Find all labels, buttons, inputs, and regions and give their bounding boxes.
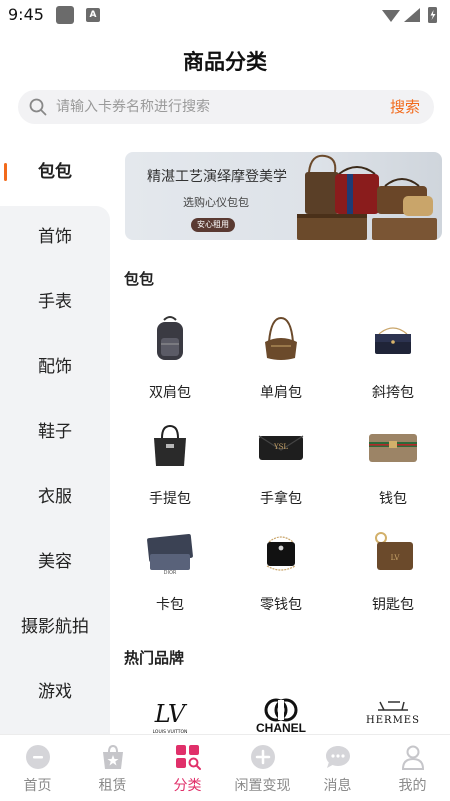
sidebar-item-label: 配饰 <box>38 357 72 377</box>
banner-headline: 精湛工艺演绎摩登美学 <box>147 169 287 185</box>
home-icon <box>26 745 50 769</box>
category-label: 单肩包 <box>260 385 302 401</box>
status-bar: 9:45 A <box>0 0 450 32</box>
crossbody-bag-icon <box>375 327 411 354</box>
section-title-bags: 包包 <box>124 270 155 288</box>
shoulder-bag-icon <box>265 316 297 360</box>
luggage-illustration <box>297 154 437 240</box>
sidebar-item-label: 首饰 <box>38 227 72 247</box>
rent-bag-icon <box>103 744 123 769</box>
tab-label: 我的 <box>398 778 427 794</box>
sidebar-item-label: 衣服 <box>38 487 72 507</box>
tab-sell-idle[interactable]: 闲置变现 <box>225 735 300 801</box>
sidebar-item-label: 美容 <box>38 552 72 572</box>
message-icon <box>326 746 350 768</box>
clutch-icon: YSL <box>258 435 304 460</box>
promo-banner[interactable]: 精湛工艺演绎摩登美学 选购心仪包包 安心租用 <box>125 152 442 240</box>
plus-circle-icon <box>251 745 275 769</box>
app-notification-icon <box>56 6 74 24</box>
tab-category[interactable]: 分类 <box>150 735 225 801</box>
profile-icon <box>401 745 425 770</box>
search-input[interactable] <box>56 90 376 124</box>
tab-label: 闲置变现 <box>234 778 291 794</box>
sidebar-item-beauty[interactable]: 美容 <box>0 530 110 594</box>
category-clutch[interactable]: YSL 手拿包 <box>226 420 336 520</box>
svg-text:LV: LV <box>154 700 188 728</box>
svg-text:HERMES: HERMES <box>366 715 420 726</box>
chanel-logo: CHANEL <box>256 698 306 735</box>
category-label: 零钱包 <box>260 597 302 613</box>
sidebar-item-shoes[interactable]: 鞋子 <box>0 400 110 464</box>
category-backpack[interactable]: 双肩包 <box>115 314 225 414</box>
tab-messages[interactable]: 消息 <box>300 735 375 801</box>
tab-profile[interactable]: 我的 <box>375 735 450 801</box>
sidebar-item-clothing[interactable]: 衣服 <box>0 465 110 529</box>
category-wallet[interactable]: 钱包 <box>338 420 448 520</box>
category-card-holder[interactable]: DIOR 卡包 <box>115 526 225 626</box>
tab-label: 首页 <box>23 778 52 794</box>
category-label: 卡包 <box>156 597 184 613</box>
sidebar-item-label: 包包 <box>38 162 72 182</box>
sidebar-item-label: 手表 <box>38 292 72 312</box>
tab-label: 租赁 <box>98 778 127 794</box>
category-label: 手提包 <box>149 491 191 507</box>
wifi-icon <box>382 10 400 22</box>
category-coin-purse[interactable]: 零钱包 <box>226 526 336 626</box>
category-label: 钱包 <box>379 491 407 507</box>
tab-label: 分类 <box>173 778 202 794</box>
sidebar-item-bags[interactable]: 包包 <box>0 140 110 204</box>
app-badge-icon: A <box>86 8 100 22</box>
sidebar-item-label: 游戏 <box>38 682 72 702</box>
category-handbag[interactable]: 手提包 <box>115 420 225 520</box>
card-holder-icon: DIOR <box>147 533 193 576</box>
category-sidebar: 包包 首饰 手表 配饰 鞋子 衣服 美容 摄影航拍 游戏 <box>0 140 110 736</box>
backpack-icon <box>157 316 183 360</box>
signal-icon <box>404 8 420 22</box>
category-crossbody-bag[interactable]: 斜挎包 <box>338 314 448 414</box>
category-icon <box>176 745 201 770</box>
search-icon <box>29 98 47 116</box>
active-indicator <box>4 163 7 181</box>
sidebar-item-accessories[interactable]: 配饰 <box>0 335 110 399</box>
tab-home[interactable]: 首页 <box>0 735 75 801</box>
category-shoulder-bag[interactable]: 单肩包 <box>226 314 336 414</box>
louis-vuitton-logo: LV LOUIS VUITTON <box>153 700 188 735</box>
key-pouch-icon: LV <box>375 532 413 570</box>
svg-text:YSL: YSL <box>273 443 288 451</box>
bottom-tab-bar: 首页 租赁 分类 闲置变现 消息 我的 <box>0 734 450 800</box>
sidebar-item-jewelry[interactable]: 首饰 <box>0 205 110 269</box>
svg-text:LV: LV <box>391 554 401 562</box>
category-label: 手拿包 <box>260 491 302 507</box>
sidebar-item-label: 摄影航拍 <box>21 617 89 637</box>
status-time: 9:45 <box>8 5 44 24</box>
svg-text:CHANEL: CHANEL <box>256 721 306 735</box>
search-button[interactable]: 搜索 <box>390 90 420 124</box>
category-key-pouch[interactable]: LV 钥匙包 <box>338 526 448 626</box>
category-label: 钥匙包 <box>372 597 414 613</box>
sidebar-item-photography[interactable]: 摄影航拍 <box>0 595 110 659</box>
hermes-logo: HERMES <box>366 701 420 726</box>
sidebar-item-watches[interactable]: 手表 <box>0 270 110 334</box>
tab-rent[interactable]: 租赁 <box>75 735 150 801</box>
handbag-icon <box>154 424 186 466</box>
search-bar: 搜索 <box>18 90 434 124</box>
section-title-brands: 热门品牌 <box>124 649 185 667</box>
coin-purse-icon <box>266 536 296 571</box>
sidebar-item-games[interactable]: 游戏 <box>0 660 110 724</box>
tab-label: 消息 <box>323 778 352 794</box>
category-label: 双肩包 <box>149 385 191 401</box>
category-label: 斜挎包 <box>372 385 414 401</box>
sidebar-item-label: 鞋子 <box>38 422 72 442</box>
banner-subline: 选购心仪包包 <box>183 196 249 209</box>
banner-tag: 安心租用 <box>191 218 235 232</box>
system-status-icons <box>382 7 437 23</box>
svg-text:DIOR: DIOR <box>164 570 177 576</box>
wallet-icon <box>369 434 417 462</box>
page-title: 商品分类 <box>183 50 267 74</box>
